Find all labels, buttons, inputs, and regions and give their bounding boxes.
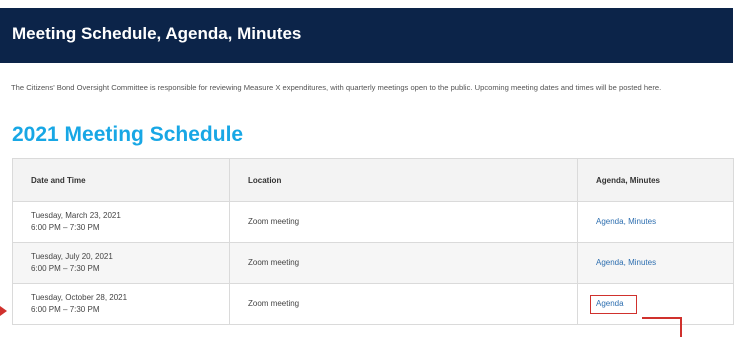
highlight-box: Agenda [590, 294, 637, 314]
meeting-date: Tuesday, July 20, 2021 [31, 252, 113, 261]
agenda-link[interactable]: Agenda [596, 299, 624, 308]
agenda-link[interactable]: Agenda [596, 258, 624, 267]
location-cell: Zoom meeting [229, 242, 578, 284]
date-time-cell: Tuesday, October 28, 2021 6:00 PM – 7:30… [12, 283, 230, 325]
link-separator: , [623, 217, 626, 226]
table-row: Tuesday, October 28, 2021 6:00 PM – 7:30… [12, 283, 734, 325]
documents-cell: Agenda, Minutes [577, 201, 734, 243]
annotation-line-horizontal [642, 317, 682, 319]
table-header-row: Date and Time Location Agenda, Minutes [12, 158, 734, 202]
meeting-time: 6:00 PM – 7:30 PM [31, 264, 100, 273]
meeting-time: 6:00 PM – 7:30 PM [31, 305, 100, 314]
page-banner: Meeting Schedule, Agenda, Minutes [0, 8, 733, 63]
column-header-location: Location [229, 158, 578, 202]
table-row: Tuesday, March 23, 2021 6:00 PM – 7:30 P… [12, 201, 734, 243]
location-cell: Zoom meeting [229, 201, 578, 243]
table-row: Tuesday, July 20, 2021 6:00 PM – 7:30 PM… [12, 242, 734, 284]
column-header-agenda-minutes: Agenda, Minutes [577, 158, 734, 202]
documents-cell: Agenda, Minutes [577, 242, 734, 284]
location-cell: Zoom meeting [229, 283, 578, 325]
page-title: Meeting Schedule, Agenda, Minutes [12, 24, 302, 43]
date-time-cell: Tuesday, July 20, 2021 6:00 PM – 7:30 PM [12, 242, 230, 284]
link-separator: , [623, 258, 626, 267]
intro-paragraph: The Citizens' Bond Oversight Committee i… [11, 83, 662, 92]
minutes-link[interactable]: Minutes [628, 258, 656, 267]
annotation-line-vertical [680, 317, 682, 337]
date-time-cell: Tuesday, March 23, 2021 6:00 PM – 7:30 P… [12, 201, 230, 243]
section-heading: 2021 Meeting Schedule [12, 123, 244, 146]
agenda-link[interactable]: Agenda [596, 217, 624, 226]
annotation-arrow-icon [0, 306, 7, 316]
meeting-date: Tuesday, March 23, 2021 [31, 211, 121, 220]
meeting-schedule-table: Date and Time Location Agenda, Minutes T… [12, 158, 734, 325]
meeting-date: Tuesday, October 28, 2021 [31, 293, 128, 302]
meeting-time: 6:00 PM – 7:30 PM [31, 223, 100, 232]
column-header-date: Date and Time [12, 158, 230, 202]
minutes-link[interactable]: Minutes [628, 217, 656, 226]
